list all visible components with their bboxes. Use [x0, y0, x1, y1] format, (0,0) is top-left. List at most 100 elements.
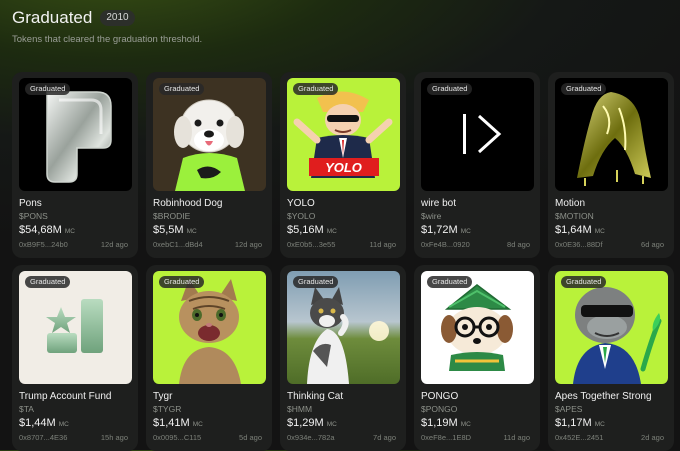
token-grid: Graduated Pons $PONS $54,68M MC 0xB9F5...… [12, 72, 674, 451]
market-cap: $5,16M [287, 224, 324, 236]
token-image-thinking-cat: Graduated [287, 271, 400, 384]
graduated-badge: Graduated [25, 83, 71, 95]
token-name: YOLO [287, 198, 315, 209]
market-cap: $54,68M [19, 224, 62, 236]
token-ticker: $PONGO [421, 404, 458, 414]
graduated-badge: Graduated [427, 83, 473, 95]
token-ticker: $TYGR [153, 404, 182, 414]
token-name: Robinhood Dog [153, 198, 223, 209]
token-name: Tygr [153, 391, 173, 402]
token-age: 6d ago [641, 240, 664, 249]
count-badge: 2010 [100, 10, 135, 26]
token-card[interactable]: Graduated Apes Together Strong $APES $1,… [548, 265, 674, 451]
mc-label: MC [326, 228, 337, 235]
graduated-badge: Graduated [427, 276, 473, 288]
token-address: 0x934e...782a [287, 433, 335, 442]
token-card[interactable]: Graduated Trump Account Fund $TA $1,44M M… [12, 265, 138, 451]
mc-label: MC [460, 228, 471, 235]
mc-label: MC [594, 228, 605, 235]
token-ticker: $BRODIE [153, 211, 191, 221]
token-name: PONGO [421, 391, 459, 402]
market-cap: $5,5M [153, 224, 184, 236]
dog-house-icon [441, 284, 513, 371]
graduated-badge: Graduated [159, 276, 205, 288]
market-cap: $1,29M [287, 417, 324, 429]
token-card[interactable]: Graduated PONGO $PONGO $1,19M MC 0xeF8e..… [414, 265, 540, 451]
yolo-sign-text: YOLO [325, 160, 362, 175]
token-card[interactable]: Graduated YOLO YOLO $YOLO $5,16M MC 0xE0b… [280, 72, 406, 258]
token-name: Pons [19, 198, 42, 209]
token-image-robinhood-dog: Graduated [153, 78, 266, 191]
token-card[interactable]: Graduated wire bot $wire $1,72M MC 0xFe4B… [414, 72, 540, 258]
token-name: wire bot [421, 198, 457, 209]
graduated-badge: Graduated [561, 83, 607, 95]
ape-icon [573, 287, 662, 384]
dog-icon [174, 99, 245, 191]
mc-label: MC [192, 421, 203, 428]
token-image-wire-bot: Graduated [421, 78, 534, 191]
token-age: 7d ago [373, 433, 396, 442]
token-age: 11d ago [369, 240, 396, 249]
market-cap: $1,17M [555, 417, 592, 429]
token-address: 0xB9F5...24b0 [19, 240, 68, 249]
token-address: 0x8707...4E36 [19, 433, 68, 442]
token-image-yolo: Graduated YOLO [287, 78, 400, 191]
wire-bot-logo-icon [463, 114, 502, 154]
token-name: Motion [555, 198, 586, 209]
kitten-icon [179, 279, 241, 384]
page-title: Graduated [12, 8, 93, 27]
token-address: 0xE0b5...3e55 [287, 240, 336, 249]
graduated-badge: Graduated [561, 276, 607, 288]
token-address: 0x452E...2451 [555, 433, 604, 442]
p-logo-icon [46, 91, 112, 183]
token-age: 15h ago [100, 433, 128, 442]
token-ticker: $YOLO [287, 211, 316, 221]
token-age: 8d ago [507, 240, 530, 249]
token-image-pons: Graduated [19, 78, 132, 191]
page-header: Graduated 2010 Tokens that cleared the g… [12, 8, 202, 45]
graduated-badge: Graduated [159, 83, 205, 95]
thinking-cat-icon [307, 287, 389, 384]
market-cap: $1,64M [555, 224, 592, 236]
token-image-tygr: Graduated [153, 271, 266, 384]
star-podium-icon [46, 299, 103, 353]
token-name: Thinking Cat [287, 391, 344, 402]
token-age: 11d ago [503, 433, 530, 442]
token-card[interactable]: Graduated Motion $MOTION $1,64M MC 0x0E36… [548, 72, 674, 258]
mc-label: MC [460, 421, 471, 428]
token-ticker: $TA [19, 404, 34, 414]
token-ticker: $wire [421, 211, 442, 221]
token-ticker: $PONS [19, 211, 48, 221]
token-card[interactable]: Graduated Pons $PONS $54,68M MC 0xB9F5...… [12, 72, 138, 258]
mc-label: MC [594, 421, 605, 428]
token-image-pongo: Graduated [421, 271, 534, 384]
mc-label: MC [186, 228, 197, 235]
token-age: 2d ago [641, 433, 664, 442]
token-address: 0xFe4B...0920 [421, 240, 470, 249]
graduated-badge: Graduated [25, 276, 71, 288]
token-address: 0x0E36...88Df [555, 240, 603, 249]
token-age: 5d ago [239, 433, 262, 442]
token-address: 0xeF8e...1E8D [421, 433, 472, 442]
token-image-trump-account-fund: Graduated [19, 271, 132, 384]
token-age: 12d ago [234, 240, 262, 249]
graduated-badge: Graduated [293, 276, 339, 288]
token-name: Trump Account Fund [19, 391, 112, 402]
token-card[interactable]: Graduated Thinking Cat $HMM $1,29M MC 0x9… [280, 265, 406, 451]
graduated-badge: Graduated [293, 83, 339, 95]
token-age: 12d ago [100, 240, 128, 249]
token-ticker: $APES [555, 404, 583, 414]
mc-label: MC [58, 421, 69, 428]
liquid-drape-icon [577, 92, 651, 186]
token-card[interactable]: Graduated Robinhood Dog $BRODIE $5,5M MC … [146, 72, 272, 258]
page-subtitle: Tokens that cleared the graduation thres… [12, 34, 203, 45]
market-cap: $1,19M [421, 417, 458, 429]
token-card[interactable]: Graduated Tygr $TYGR $1,41M MC 0x0095...C… [146, 265, 272, 451]
mc-label: MC [326, 421, 337, 428]
market-cap: $1,44M [19, 417, 56, 429]
token-name: Apes Together Strong [555, 391, 652, 402]
mc-label: MC [64, 228, 75, 235]
token-ticker: $HMM [287, 404, 313, 414]
token-address: 0x0095...C115 [153, 433, 202, 442]
market-cap: $1,72M [421, 224, 458, 236]
